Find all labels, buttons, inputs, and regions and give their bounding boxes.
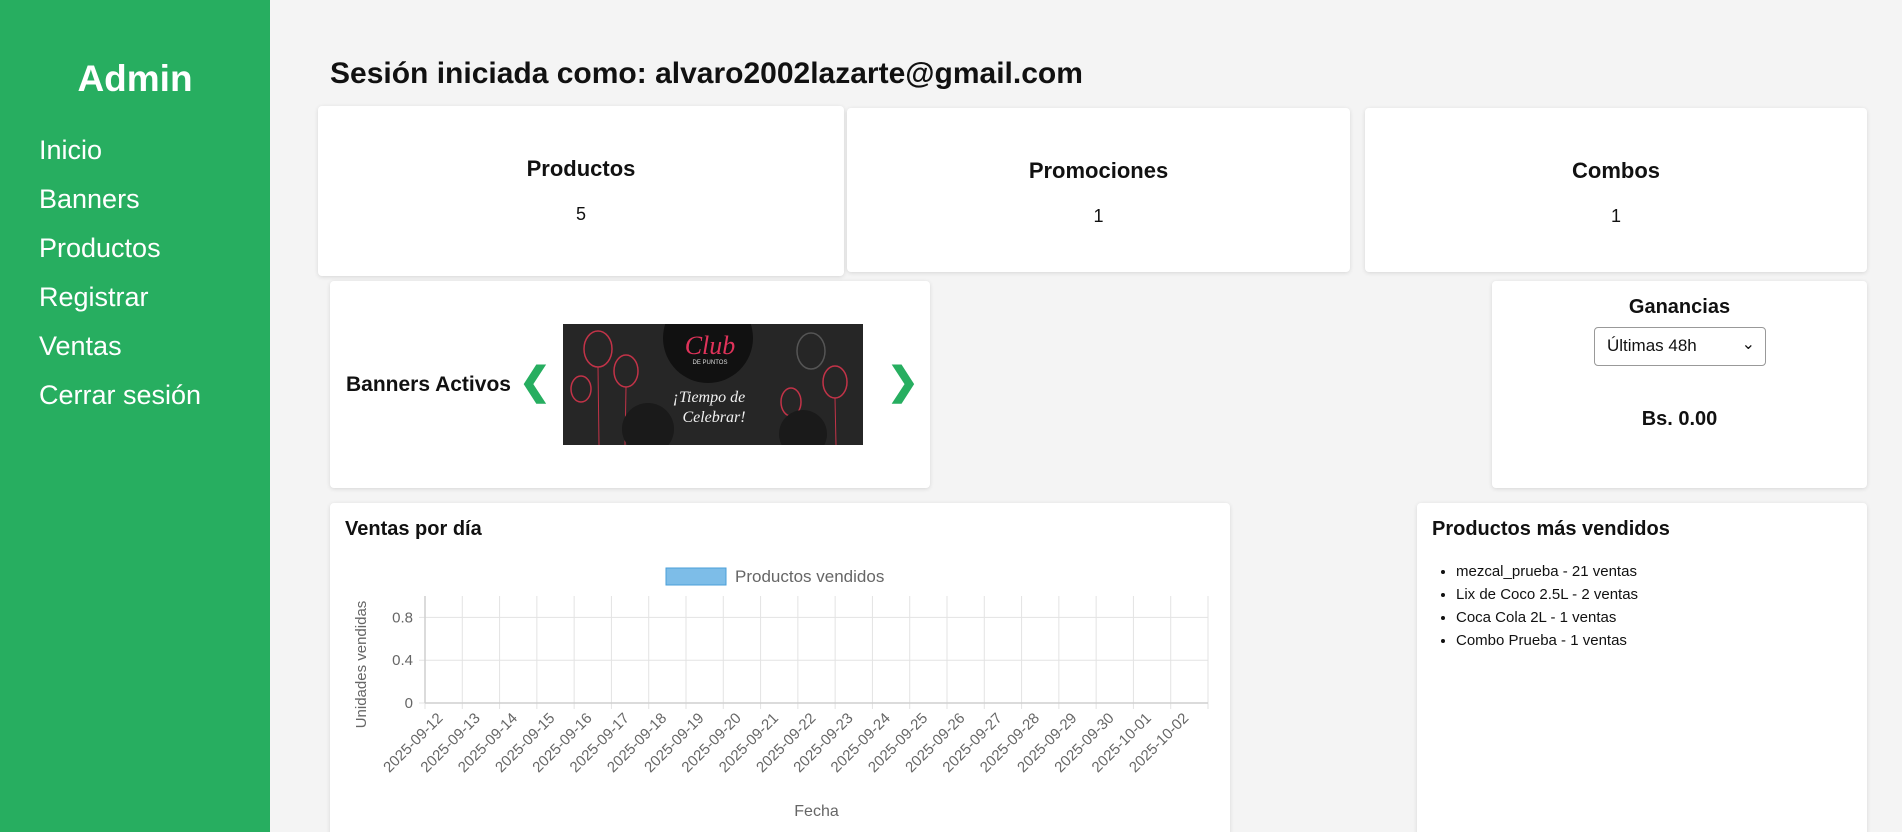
top-product-item: Combo Prueba - 1 ventas (1456, 629, 1638, 652)
y-axis-title: Unidades vendidas (353, 601, 370, 729)
main-content: Sesión iniciada como: alvaro2002lazarte@… (270, 0, 1902, 832)
sidebar-nav: Inicio Banners Productos Registrar Venta… (0, 130, 270, 424)
ganancias-value: Bs. 0.00 (1641, 408, 1718, 430)
banners-label: Banners Activos (346, 373, 511, 396)
stat-value: 1 (1093, 206, 1104, 226)
banner-club-text: Club (685, 331, 736, 360)
banner-artwork: Club DE PUNTOS ¡Tiempo de Celebrar! (563, 324, 863, 445)
stat-title: Productos (526, 156, 636, 181)
ganancias-card: Ganancias Últimas 48h ⌄ Bs. 0.00 (1492, 281, 1867, 488)
sidebar-brand: Admin (77, 58, 193, 99)
top-product-item: mezcal_prueba - 21 ventas (1456, 560, 1638, 583)
y-tick-label: 0.8 (392, 609, 413, 626)
sidebar-item-inicio[interactable]: Inicio (39, 130, 270, 179)
banners-card: Banners Activos ❮ Club DE PUNTOS ¡Tiempo… (330, 281, 930, 488)
stat-value: 5 (575, 204, 586, 224)
top-product-item: Lix de Coco 2.5L - 2 ventas (1456, 583, 1638, 606)
y-tick-label: 0.4 (392, 652, 413, 669)
stat-card-promociones: Promociones 1 (847, 108, 1350, 272)
banner-tiempo-text: ¡Tiempo de (673, 389, 745, 406)
stat-title: Combos (1572, 158, 1660, 183)
ganancias-period-value: Últimas 48h (1607, 336, 1697, 355)
page-title: Sesión iniciada como: alvaro2002lazarte@… (330, 57, 1083, 90)
sidebar-item-productos[interactable]: Productos (39, 228, 270, 277)
sidebar-item-registrar[interactable]: Registrar (39, 277, 270, 326)
sidebar-item-cerrar-sesion[interactable]: Cerrar sesión (39, 375, 270, 424)
banner-de-puntos-text: DE PUNTOS (693, 360, 728, 366)
banner-image[interactable]: Club DE PUNTOS ¡Tiempo de Celebrar! (563, 324, 863, 445)
chevron-right-icon[interactable]: ❯ (887, 363, 919, 401)
sales-chart: 00.40.82025-09-122025-09-132025-09-14202… (353, 567, 1209, 820)
sidebar-item-banners[interactable]: Banners (39, 179, 270, 228)
chevron-down-icon: ⌄ (1741, 336, 1755, 353)
banner-celebrar-text: Celebrar! (682, 409, 745, 426)
sales-chart-card: Ventas por día 0 0.4 0.8 2025-09-12 2025-09-… (330, 503, 1230, 832)
stat-value: 1 (1610, 206, 1621, 226)
sidebar-item-ventas[interactable]: Ventas (39, 326, 270, 375)
stat-card-combos: Combos 1 (1365, 108, 1867, 272)
chevron-left-icon[interactable]: ❮ (519, 363, 551, 401)
x-axis-title: Fecha (794, 803, 839, 820)
top-products-list: mezcal_prueba - 21 ventas Lix de Coco 2.… (1456, 560, 1638, 652)
legend-label: Productos vendidos (735, 567, 884, 586)
ganancias-title: Ganancias (1628, 296, 1731, 318)
top-products-card: Productos más vendidos mezcal_prueba - 2… (1417, 503, 1867, 832)
y-tick-label: 0 (405, 695, 413, 712)
top-products-title: Productos más vendidos (1432, 518, 1670, 540)
top-product-item: Coca Cola 2L - 1 ventas (1456, 606, 1638, 629)
stat-title: Promociones (1028, 158, 1169, 183)
ganancias-period-select[interactable]: Últimas 48h ⌄ (1594, 327, 1766, 366)
legend-swatch (665, 567, 727, 586)
sidebar: Admin Inicio Banners Productos Registrar… (0, 0, 270, 832)
stat-card-productos: Productos 5 (318, 106, 844, 276)
